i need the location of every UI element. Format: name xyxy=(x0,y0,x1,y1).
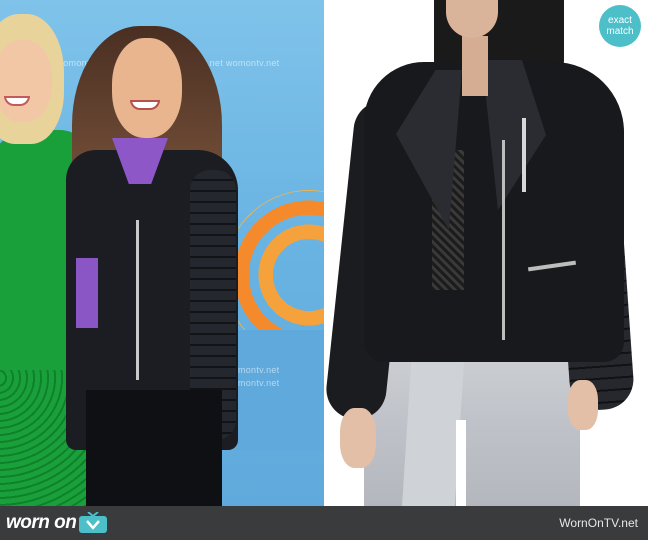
black-skirt xyxy=(86,390,222,506)
front-zipper xyxy=(502,140,505,340)
badge-line1: exact xyxy=(608,15,632,26)
blonde-face xyxy=(0,40,52,122)
model-hand xyxy=(568,380,598,430)
model-hand xyxy=(340,408,376,468)
site-url: WornOnTV.net xyxy=(559,516,638,530)
exact-match-badge: exact match xyxy=(599,5,641,47)
footer-bar: worn on WornOnTV.net xyxy=(0,506,648,540)
badge-line2: match xyxy=(606,26,634,37)
purple-shirt xyxy=(76,258,98,328)
brunette-face xyxy=(112,38,182,138)
tv-show-photo: womontv.net womontv.net womontv.net womo… xyxy=(0,0,324,506)
jacket-zipper xyxy=(136,220,139,380)
logo-text: worn on xyxy=(6,512,77,533)
site-logo[interactable]: worn on xyxy=(6,511,108,535)
tv-icon xyxy=(79,512,108,533)
chest-zipper xyxy=(522,118,526,192)
product-photo: exact match xyxy=(324,0,648,506)
